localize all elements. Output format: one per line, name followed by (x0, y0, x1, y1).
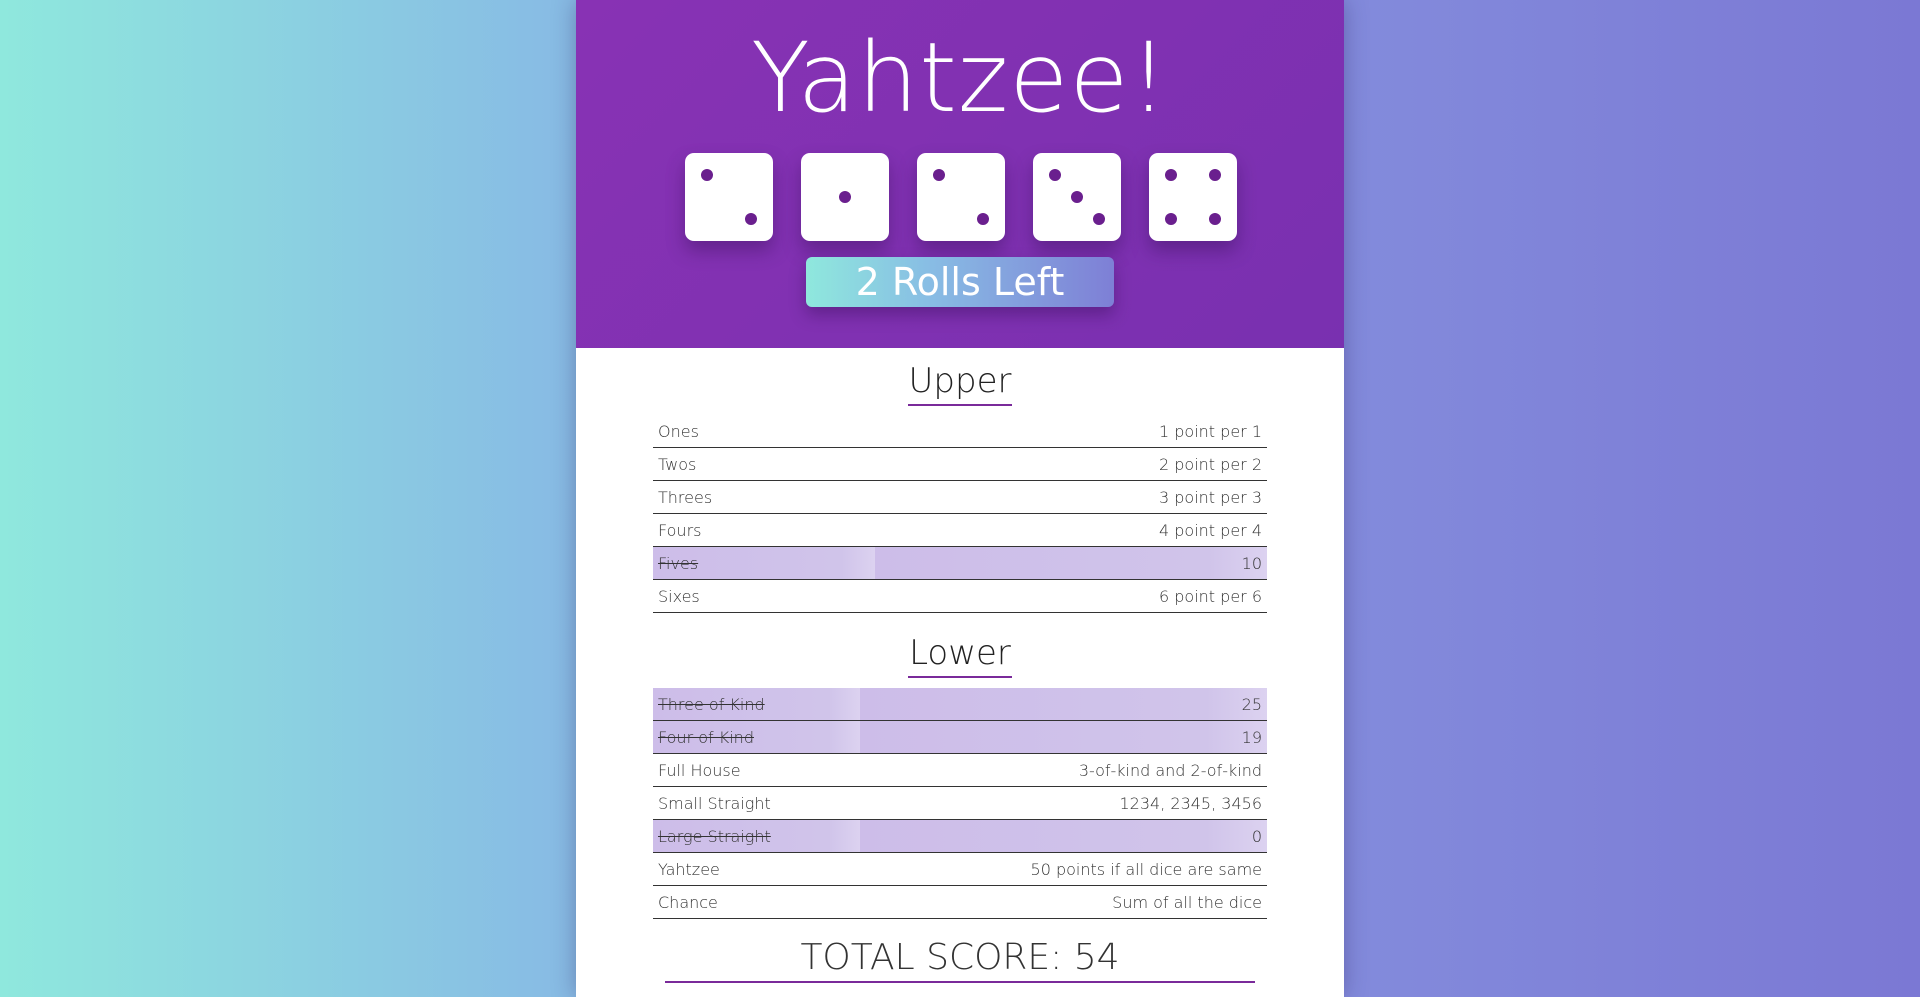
rule-row-twos[interactable]: Twos 2 point per 2 (653, 447, 1267, 481)
rule-score: 0 (860, 819, 1267, 853)
rule-row-full-house[interactable]: Full House 3-of-kind and 2-of-kind (653, 753, 1267, 787)
roll-dice-button[interactable]: 2 Rolls Left (806, 257, 1114, 307)
die-pip (1165, 169, 1177, 181)
rule-name: Four of Kind (653, 720, 860, 754)
game-title: Yahtzee! (751, 22, 1169, 134)
rule-name: Twos (653, 447, 876, 481)
rule-name: Fives (653, 546, 876, 580)
total-score: TOTAL SCORE: 54 (800, 937, 1120, 978)
rule-row-chance[interactable]: Chance Sum of all the dice (653, 885, 1267, 919)
dice-row (685, 153, 1237, 241)
yahtzee-game: Yahtzee! 2 Rolls Left Upper Ones 1 point… (576, 0, 1344, 997)
lower-section-title: Lower (576, 631, 1344, 678)
rule-row-small-straight[interactable]: Small Straight 1234, 2345, 3456 (653, 786, 1267, 820)
rule-score: 2 point per 2 (875, 447, 1267, 481)
rule-row-three-of-kind: Three of Kind 25 (653, 688, 1267, 721)
die-pip (1209, 213, 1221, 225)
die-pip (839, 191, 851, 203)
rule-name: Fours (653, 513, 876, 547)
rule-row-threes[interactable]: Threes 3 point per 3 (653, 480, 1267, 514)
die-pip (701, 169, 713, 181)
die-1[interactable] (685, 153, 773, 241)
total-score-underline (665, 981, 1255, 983)
rule-score: 25 (860, 688, 1267, 721)
rule-score: 4 point per 4 (875, 513, 1267, 547)
rule-score: 19 (860, 720, 1267, 754)
rule-name: Three of Kind (653, 688, 860, 721)
rule-name: Yahtzee (653, 852, 860, 886)
rule-score: 1234, 2345, 3456 (860, 786, 1267, 820)
rule-row-sixes[interactable]: Sixes 6 point per 6 (653, 579, 1267, 613)
die-pip (1071, 191, 1083, 203)
rule-row-ones[interactable]: Ones 1 point per 1 (653, 415, 1267, 448)
die-4[interactable] (1033, 153, 1121, 241)
rule-name: Sixes (653, 579, 876, 613)
rule-row-fives: Fives 10 (653, 546, 1267, 580)
die-5[interactable] (1149, 153, 1237, 241)
rule-score: 3-of-kind and 2-of-kind (860, 753, 1267, 787)
rule-row-fours[interactable]: Fours 4 point per 4 (653, 513, 1267, 547)
die-pip (1049, 169, 1061, 181)
game-header: Yahtzee! 2 Rolls Left (576, 0, 1344, 348)
rule-name: Threes (653, 480, 876, 514)
rule-score: Sum of all the dice (860, 885, 1267, 919)
rule-row-large-straight: Large Straight 0 (653, 819, 1267, 853)
rule-name: Full House (653, 753, 860, 787)
rule-score: 6 point per 6 (875, 579, 1267, 613)
upper-section-title-text: Upper (907, 359, 1013, 406)
rule-name: Ones (653, 415, 876, 448)
rule-score: 3 point per 3 (875, 480, 1267, 514)
die-pip (977, 213, 989, 225)
die-pip (933, 169, 945, 181)
lower-rules-table: Three of Kind 25 Four of Kind 19 Full Ho… (653, 688, 1267, 919)
rule-score: 1 point per 1 (875, 415, 1267, 448)
rule-score: 50 points if all dice are same (860, 852, 1267, 886)
rule-name: Small Straight (653, 786, 860, 820)
die-pip (745, 213, 757, 225)
die-pip (1209, 169, 1221, 181)
rule-name: Large Straight (653, 819, 860, 853)
lower-section-title-text: Lower (908, 631, 1012, 678)
rule-score: 10 (875, 546, 1267, 580)
die-2[interactable] (801, 153, 889, 241)
upper-section-title: Upper (576, 359, 1344, 406)
die-pip (1093, 213, 1105, 225)
upper-rules-table: Ones 1 point per 1 Twos 2 point per 2 Th… (653, 415, 1267, 613)
die-pip (1165, 213, 1177, 225)
die-3[interactable] (917, 153, 1005, 241)
rule-row-four-of-kind: Four of Kind 19 (653, 720, 1267, 754)
rule-name: Chance (653, 885, 860, 919)
rule-row-yahtzee[interactable]: Yahtzee 50 points if all dice are same (653, 852, 1267, 886)
